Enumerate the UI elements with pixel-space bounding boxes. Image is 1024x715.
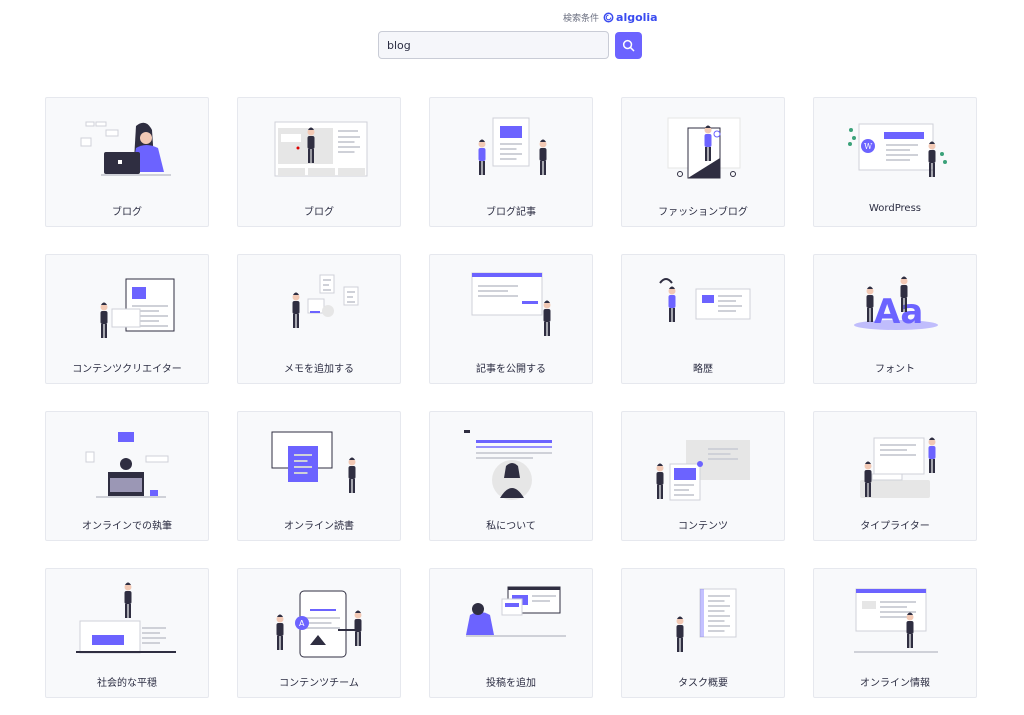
content-team-illustration: A [276, 590, 362, 658]
illustration-card[interactable]: 社会的な平穏 [45, 568, 209, 698]
card-label: オンラインでの執筆 [82, 521, 172, 532]
typewriter-illustration [860, 437, 936, 498]
content-illustration [656, 440, 750, 501]
illustration-card[interactable]: オンライン情報 [813, 568, 977, 698]
add-post-illustration [466, 586, 566, 637]
card-label: フォント [875, 364, 915, 375]
illustration-card[interactable]: コンテンツ [621, 411, 785, 541]
search-powered-by: 検索条件 algolia [563, 11, 658, 24]
task-summary-illustration [676, 588, 737, 652]
illustration-card[interactable]: 投稿を追加 [429, 568, 593, 698]
search-button[interactable] [615, 32, 642, 59]
fashion-blog-illustration [667, 117, 741, 179]
illustration-grid: ブログ ブログ ブログ記事 ファッションブログ W WordPress コンテンツクリエイタ… [45, 97, 977, 698]
card-label: ブログ [304, 207, 334, 218]
card-label: オンライン情報 [860, 678, 930, 689]
blog-page-illustration [274, 121, 368, 177]
illustration-card[interactable]: ブログ [45, 97, 209, 227]
search-icon [622, 39, 635, 52]
card-label: タスク概要 [678, 678, 728, 689]
add-notes-illustration [292, 274, 359, 328]
illustration-card[interactable]: コンテンツクリエイター [45, 254, 209, 384]
illustration-card[interactable]: ブログ記事 [429, 97, 593, 227]
card-label: 投稿を追加 [486, 678, 536, 689]
social-serenity-illustration [76, 582, 176, 654]
algolia-icon [603, 12, 614, 23]
svg-text:W: W [864, 142, 873, 151]
illustration-card[interactable]: 私について [429, 411, 593, 541]
blog-post-illustration [478, 117, 547, 175]
illustration-card[interactable]: 記事を公開する [429, 254, 593, 384]
search-area: 検索条件 algolia [0, 0, 1024, 80]
powered-by-label: 検索条件 [563, 14, 600, 24]
content-creator-illustration [100, 278, 175, 338]
about-me-illustration [464, 430, 552, 500]
algolia-logo[interactable]: algolia [603, 11, 658, 24]
illustration-card[interactable]: W WordPress [813, 97, 977, 227]
card-label: コンテンツ [678, 521, 728, 532]
woman-laptop-illustration [80, 121, 171, 176]
font-illustration: Aa [854, 276, 938, 332]
card-label: 社会的な平穏 [97, 678, 157, 689]
card-label: コンテンツチーム [279, 678, 359, 689]
online-writing-illustration [85, 432, 169, 498]
illustration-card[interactable]: タスク概要 [621, 568, 785, 698]
illustration-card[interactable]: ブログ [237, 97, 401, 227]
illustration-card[interactable]: タイプライター [813, 411, 977, 541]
illustration-card[interactable]: オンライン読書 [237, 411, 401, 541]
card-label: WordPress [868, 203, 922, 214]
illustration-card[interactable]: A コンテンツチーム [237, 568, 401, 698]
card-label: 記事を公開する [476, 364, 546, 375]
search-input[interactable] [378, 31, 609, 59]
publish-article-illustration [471, 272, 551, 336]
illustration-card[interactable]: Aa フォント [813, 254, 977, 384]
illustration-card[interactable]: メモを追加する [237, 254, 401, 384]
resume-illustration [659, 278, 751, 322]
card-label: オンライン読書 [284, 521, 354, 532]
algolia-brand: algolia [616, 11, 658, 24]
card-label: タイプライター [860, 521, 930, 532]
card-label: ブログ [112, 207, 142, 218]
illustration-card[interactable]: 略歴 [621, 254, 785, 384]
card-label: ブログ記事 [486, 207, 536, 218]
illustration-card[interactable]: オンラインでの執筆 [45, 411, 209, 541]
card-label: コンテンツクリエイター [72, 364, 182, 375]
svg-text:A: A [299, 619, 305, 628]
illustration-card[interactable]: ファッションブログ [621, 97, 785, 227]
card-label: メモを追加する [284, 364, 354, 375]
online-reading-illustration [271, 431, 356, 493]
card-label: 略歴 [693, 364, 713, 375]
wordpress-illustration: W [848, 123, 947, 177]
card-label: ファッションブログ [658, 207, 748, 218]
online-info-illustration [854, 588, 938, 653]
card-label: 私について [486, 521, 536, 532]
